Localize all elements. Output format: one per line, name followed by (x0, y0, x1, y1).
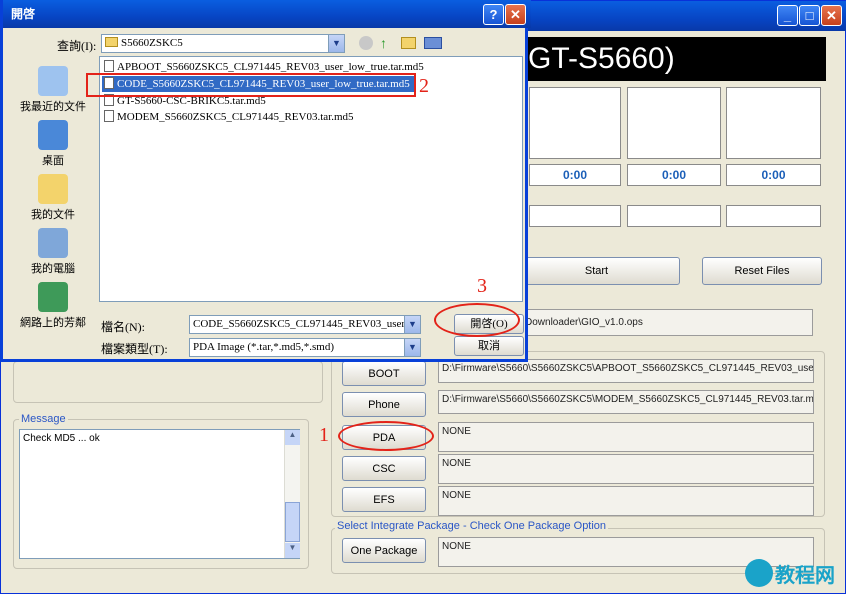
phone-button[interactable]: Phone (342, 392, 426, 417)
csc-path-field: NONE (438, 454, 814, 484)
annotation-label-3: 3 (477, 275, 487, 297)
view-menu-icon[interactable] (424, 37, 442, 49)
place-desktop[interactable]: 桌面 (13, 120, 93, 168)
file-icon (104, 110, 114, 122)
annotation-ring-open (434, 303, 520, 337)
help-icon[interactable]: ? (483, 4, 504, 25)
place-label: 我的文件 (31, 209, 75, 221)
timer-2: 0:00 (529, 164, 621, 186)
message-label: Message (19, 413, 68, 425)
phone-path-field: D:\Firmware\S5660\S5660ZSKC5\MODEM_S5660… (438, 390, 814, 414)
ops-path-field: Downloader\GIO_v1.0.ops (521, 309, 813, 336)
file-item[interactable]: MODEM_S5660ZSKC5_CL971445_REV03.tar.md5 (102, 109, 354, 125)
place-my-documents[interactable]: 我的文件 (13, 174, 93, 222)
my-documents-icon (38, 174, 68, 204)
one-package-button[interactable]: One Package (342, 538, 426, 563)
filename-combo[interactable]: CODE_S5660ZSKC5_CL971445_REV03_user ▼ (189, 315, 421, 334)
place-recent[interactable]: 我最近的文件 (13, 66, 93, 114)
port-box-2 (529, 87, 621, 159)
status-box-4 (726, 205, 821, 227)
start-button[interactable]: Start (513, 257, 680, 285)
file-name: MODEM_S5660ZSKC5_CL971445_REV03.tar.md5 (117, 111, 354, 123)
file-icon (104, 60, 114, 72)
pda-path-field: NONE (438, 422, 814, 452)
message-scrollbar[interactable]: ▲ ▼ (284, 430, 300, 558)
close-icon[interactable]: ✕ (821, 5, 842, 26)
chevron-down-icon[interactable]: ▼ (404, 339, 420, 356)
network-places-icon (38, 282, 68, 312)
scroll-thumb[interactable] (285, 502, 300, 542)
scroll-up-icon[interactable]: ▲ (285, 430, 300, 445)
timer-3: 0:00 (627, 164, 721, 186)
dialog-close-icon[interactable]: ✕ (505, 4, 526, 25)
annotation-highlight-box (86, 73, 416, 97)
dialog-title: 開啓 (11, 7, 36, 21)
watermark-logo: 教程网 (745, 557, 845, 591)
new-folder-icon[interactable] (401, 37, 416, 49)
annotation-label-1: 1 (319, 424, 329, 446)
csc-button[interactable]: CSC (342, 456, 426, 481)
integrate-group-label: Select Integrate Package - Check One Pac… (335, 520, 609, 532)
file-name: APBOOT_S5660ZSKC5_CL971445_REV03_user_lo… (117, 61, 424, 73)
cancel-button[interactable]: 取消 (454, 336, 524, 356)
desktop-icon (38, 120, 68, 150)
filename-value: CODE_S5660ZSKC5_CL971445_REV03_user (193, 318, 406, 330)
reset-files-button[interactable]: Reset Files (702, 257, 822, 285)
boot-path-field: D:\Firmware\S5660\S5660ZSKC5\APBOOT_S566… (438, 359, 814, 383)
watermark-icon (745, 559, 773, 587)
recent-documents-icon (38, 66, 68, 96)
efs-button[interactable]: EFS (342, 487, 426, 512)
my-computer-icon (38, 228, 68, 258)
chevron-down-icon[interactable]: ▼ (404, 316, 420, 333)
filetype-value: PDA Image (*.tar,*.md5,*.smd) (193, 341, 335, 353)
minimize-icon[interactable]: _ (777, 5, 798, 26)
status-box-3 (627, 205, 721, 227)
port-box-4 (726, 87, 821, 159)
maximize-icon[interactable]: □ (799, 5, 820, 26)
place-network[interactable]: 網路上的芳鄰 (13, 282, 93, 330)
filetype-combo[interactable]: PDA Image (*.tar,*.md5,*.smd) ▼ (189, 338, 421, 357)
folder-icon (105, 37, 118, 47)
place-my-computer[interactable]: 我的電腦 (13, 228, 93, 276)
message-text: Check MD5 ... ok (23, 433, 100, 444)
efs-path-field: NONE (438, 486, 814, 516)
dialog-title-bar: 開啓 ? ✕ (3, 0, 531, 28)
filetype-label: 檔案類型(T): (101, 342, 168, 356)
annotation-label-2: 2 (419, 75, 429, 97)
filename-label: 檔名(N): (101, 320, 145, 334)
status-box-2 (529, 205, 621, 227)
port-box-3 (627, 87, 721, 159)
place-label: 我最近的文件 (20, 101, 86, 113)
place-label: 桌面 (42, 155, 64, 167)
timer-4: 0:00 (726, 164, 821, 186)
scroll-down-icon[interactable]: ▼ (285, 543, 300, 558)
annotation-ring-pda (338, 421, 434, 451)
places-bar: 我最近的文件 桌面 我的文件 我的電腦 網路上的芳鄰 (11, 56, 95, 346)
lookin-label: 查詢(I): (57, 39, 97, 53)
lookin-combo[interactable]: S5660ZSKC5 ▼ (101, 34, 345, 53)
lookin-value: S5660ZSKC5 (121, 37, 183, 49)
up-folder-icon[interactable]: ↑ (380, 35, 394, 51)
chevron-down-icon[interactable]: ▼ (328, 35, 344, 52)
boot-button[interactable]: BOOT (342, 361, 426, 386)
place-label: 我的電腦 (31, 263, 75, 275)
model-banner: GT-S5660) (522, 37, 826, 81)
back-icon[interactable] (359, 36, 373, 50)
place-label: 網路上的芳鄰 (20, 317, 86, 329)
options-group (13, 361, 323, 403)
message-log[interactable]: Check MD5 ... ok ▲ ▼ (19, 429, 300, 559)
watermark-text: 教程网 (775, 565, 835, 587)
